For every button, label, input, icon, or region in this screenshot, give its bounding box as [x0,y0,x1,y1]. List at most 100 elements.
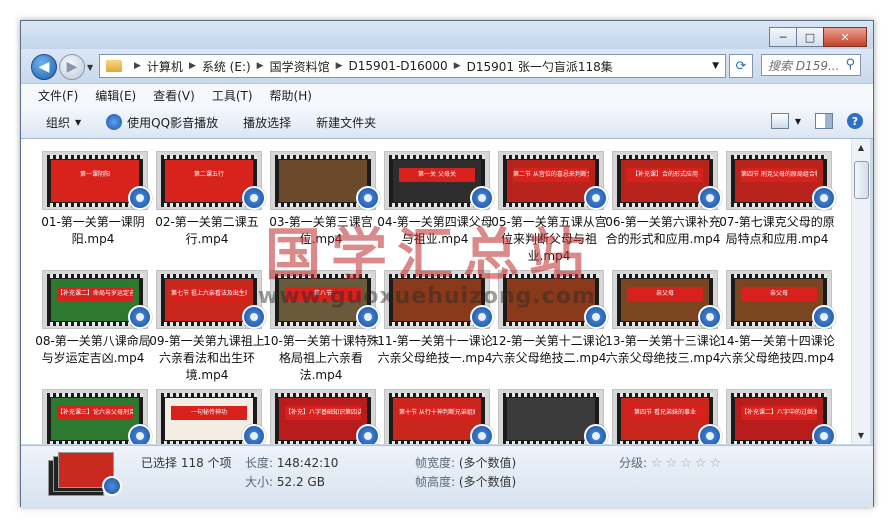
star-icon[interactable]: ☆ [710,456,722,471]
scroll-thumb[interactable] [854,161,869,199]
minimize-button[interactable]: ─ [769,27,797,47]
file-name: 14-第一关第十四课论六亲父母绝技四.mp4 [719,334,835,365]
star-icon[interactable]: ☆ [695,456,707,471]
address-dropdown-icon[interactable]: ▼ [712,61,719,71]
video-frame: 第八节 [279,279,367,321]
video-frame: 【补充课二】命局与岁运定吉凶 [51,279,139,321]
video-frame-title: 【补充课】合的形式应用 [627,168,703,182]
breadcrumb-current-folder[interactable]: D15901 张一勺盲派118集 [467,58,613,75]
video-frame [393,279,481,321]
command-toolbar: 组织 ▼ 使用QQ影音播放 播放选择 新建文件夹 ▼ ? [21,106,873,139]
file-item[interactable]: 03-第一关第三课宫位.mp4 [261,148,380,266]
menu-tools[interactable]: 工具(T) [212,87,253,104]
title-bar: ─ □ ✕ [21,21,873,49]
help-icon[interactable]: ? [847,113,863,129]
breadcrumb-library[interactable]: 国学资料馆 [270,58,330,75]
vertical-scrollbar[interactable]: ▲ ▼ [851,139,870,444]
file-item[interactable]: 【补充课】合的形式应用 06-第一关第六课补充合的形式和应用.mp4 [603,148,722,266]
frame-width-label: 帧宽度: [415,456,456,470]
file-item[interactable]: 第一关 父母关 04-第一关第四课父母与祖业.mp4 [375,148,494,266]
qq-player-badge-icon [812,424,836,444]
menu-view[interactable]: 查看(V) [153,87,195,104]
star-icon[interactable]: ☆ [666,456,678,471]
file-item[interactable]: 亲父母 13-第一关第十三课论六亲父母绝技三.mp4 [603,267,722,385]
frame-width-value[interactable]: (多个数值) [459,456,516,470]
menu-help[interactable]: 帮助(H) [270,87,312,104]
maximize-button[interactable]: □ [796,27,824,47]
file-item[interactable]: 第二节 从宫位的喜忌来判断父母 05-第一关第五课从宫位来判断父母与祖业.mp4 [489,148,608,266]
file-item[interactable] [489,386,608,444]
file-item[interactable]: 第十节 从行十神判断兄弟姐妹 [375,386,494,444]
file-item[interactable]: 第二课五行 02-第一关第二课五行.mp4 [147,148,266,266]
play-selection-button[interactable]: 播放选择 [243,114,291,131]
play-with-qq-button[interactable]: 使用QQ影音播放 [106,114,218,131]
search-icon[interactable]: ⚲ [845,57,855,72]
breadcrumb-separator-icon[interactable]: ▶ [336,61,343,71]
file-item[interactable]: 第七节 祖上六亲看法及出生环境 09-第一关第九课祖上六亲看法和出生环境.mp4 [147,267,266,385]
preview-pane-icon[interactable] [815,113,833,129]
video-frame: 第二节 从宫位的喜忌来判断父母 [507,160,595,202]
forward-arrow-icon[interactable]: ▶ [59,54,85,80]
chevron-down-icon: ▼ [75,117,82,127]
scroll-down-icon[interactable]: ▼ [852,427,870,444]
size-label: 大小: [245,475,274,489]
breadcrumb-separator-icon[interactable]: ▶ [257,61,264,71]
rating-stars[interactable]: ☆ ☆ ☆ ☆ ☆ [651,456,724,471]
file-item[interactable]: 第八节 10-第一关第十课特殊格局祖上六亲看法.mp4 [261,267,380,385]
qq-player-badge-icon [812,186,836,210]
file-item[interactable]: 第四节 刑克父母的原局组合特点 07-第七课克父母的原局特点和应用.mp4 [717,148,836,266]
breadcrumb-computer[interactable]: 计算机 [147,58,183,75]
file-item[interactable]: 亲父母 14-第一关第十四课论六亲父母绝技四.mp4 [717,267,836,385]
recent-pages-dropdown-icon[interactable]: ▼ [87,63,93,72]
video-frame: 【补充】八字基础知识第四讲 [279,398,367,440]
qq-player-icon [102,476,122,496]
view-options-icon[interactable] [770,113,789,129]
close-button[interactable]: ✕ [823,27,867,47]
breadcrumb-drive[interactable]: 系统 (E:) [202,58,251,75]
video-frame: 【补充课三】论六亲父母刑克 [51,398,139,440]
file-item[interactable]: 第一课阴阳 01-第一关第一课阴阳.mp4 [33,148,152,266]
breadcrumb-separator-icon[interactable]: ▶ [189,61,196,71]
star-icon[interactable]: ☆ [680,456,692,471]
refresh-icon[interactable]: ⟳ [729,54,753,78]
menu-file[interactable]: 文件(F) [38,87,78,104]
play-with-qq-label: 使用QQ影音播放 [127,115,219,130]
organize-button[interactable]: 组织 ▼ [46,114,81,131]
file-name: 02-第一关第二课五行.mp4 [155,215,259,246]
file-list[interactable]: 第一课阴阳 01-第一关第一课阴阳.mp4 第二课五行 02-第一关第二课五行.mp4… [21,139,851,444]
file-name: 07-第七课克父母的原局特点和应用.mp4 [719,215,835,246]
star-icon[interactable]: ☆ [651,456,663,471]
file-item[interactable]: 【补充】八字基础知识第四讲 [261,386,380,444]
explorer-window: ─ □ ✕ ◀ ▶ ▼ ▶ 计算机 ▶ 系统 (E:) ▶ 国学资料馆 ▶ D1… [20,20,874,507]
file-item[interactable]: 【补充课二】八字中的过继关系 [717,386,836,444]
scroll-up-icon[interactable]: ▲ [852,139,870,156]
frame-height-value[interactable]: (多个数值) [459,475,516,489]
breadcrumb-separator-icon[interactable]: ▶ [134,61,141,71]
video-frame: 亲父母 [621,279,709,321]
search-input[interactable]: 搜索 D159... ⚲ [761,54,861,76]
file-item[interactable]: 【补充课三】论六亲父母刑克 [33,386,152,444]
file-name: 03-第一关第三课宫位.mp4 [269,215,373,246]
menu-edit[interactable]: 编辑(E) [95,87,136,104]
file-item[interactable]: 一句秘传神功 [147,386,266,444]
toolbar-right-group: ▼ ? [757,113,863,129]
breadcrumb-range[interactable]: D15901-D16000 [349,59,448,73]
address-bar[interactable]: ▶ 计算机 ▶ 系统 (E:) ▶ 国学资料馆 ▶ D15901-D16000 … [99,54,726,78]
video-frame-title: 亲父母 [627,287,703,301]
video-frame-title: 【补充课二】八字中的过继关系 [741,406,817,420]
video-frame-title: 一句秘传神功 [171,406,247,420]
file-item[interactable]: 12-第一关第十二课论六亲父母绝技二.mp4 [489,267,608,385]
new-folder-button[interactable]: 新建文件夹 [316,114,376,131]
video-frame-title: 亲父母 [741,287,817,301]
search-placeholder: 搜索 D159... [768,58,840,73]
breadcrumb-separator-icon[interactable]: ▶ [454,61,461,71]
video-frame-title: 第一关 父母关 [399,168,475,182]
file-item[interactable]: 第四节 看兄弟妹的事业 [603,386,722,444]
file-item[interactable]: 11-第一关第十一课论六亲父母绝技一.mp4 [375,267,494,385]
video-frame: 第四节 看兄弟妹的事业 [621,398,709,440]
view-options-dropdown-icon[interactable]: ▼ [795,117,801,126]
file-name: 06-第一关第六课补充合的形式和应用.mp4 [605,215,721,246]
video-frame [507,279,595,321]
file-item[interactable]: 【补充课二】命局与岁运定吉凶 08-第一关第八课命局与岁运定吉凶.mp4 [33,267,152,385]
back-arrow-icon[interactable]: ◀ [31,54,57,80]
